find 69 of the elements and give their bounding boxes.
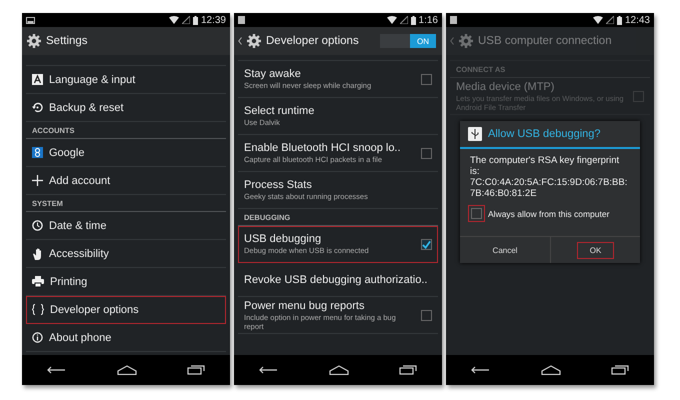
status-time: 12:39 (200, 14, 226, 26)
gear-icon (246, 33, 262, 49)
screen-title: Developer options (266, 35, 360, 47)
signal-icon (182, 16, 190, 24)
item-title: USB debugging (244, 233, 322, 245)
screen-title: Settings (46, 35, 89, 47)
back-icon[interactable] (47, 365, 67, 375)
checkbox[interactable] (421, 238, 432, 250)
info-icon (32, 332, 43, 343)
dialog-button[interactable]: OK (550, 237, 640, 263)
plus-icon (32, 175, 43, 186)
google-icon (32, 147, 43, 158)
braces-icon (32, 304, 44, 315)
picture-icon (26, 16, 35, 24)
usb-icon (468, 127, 482, 141)
item-title: Power menu bug reports (244, 300, 366, 312)
battery-icon (410, 16, 416, 24)
checkbox[interactable] (471, 208, 482, 219)
home-icon[interactable] (329, 365, 349, 375)
dialog-button[interactable]: Cancel (460, 237, 550, 263)
wifi-icon (592, 16, 603, 24)
square-icon (238, 16, 245, 24)
status-time: 12:43 (624, 14, 650, 26)
gear-icon (458, 33, 474, 49)
settings-item[interactable]: Backup & reset (26, 94, 226, 122)
item-title: Media device (MTP) (456, 80, 556, 92)
checkbox[interactable] (421, 310, 432, 320)
screen-title: USB computer connection (478, 35, 613, 47)
checkbox-label: Always allow from this computer (488, 208, 610, 218)
item-title: Stay awake (244, 68, 302, 80)
checkbox[interactable] (421, 148, 432, 158)
dialog-title: Allow USB debugging? (488, 128, 601, 140)
settings-item[interactable]: Add account (26, 167, 226, 195)
hand-icon (32, 248, 43, 260)
recents-icon[interactable] (187, 365, 205, 375)
checkbox[interactable] (421, 74, 432, 84)
settings-item[interactable]: Printing (26, 268, 226, 296)
item-title: Select runtime (244, 105, 316, 117)
settings-item[interactable]: Language & input (26, 66, 226, 94)
battery-icon (616, 16, 622, 24)
recents-icon[interactable] (399, 365, 417, 375)
back-chevron-icon[interactable] (238, 37, 242, 45)
settings-item[interactable]: Revoke USB debugging authorizatio.. (238, 263, 438, 297)
back-icon[interactable] (259, 365, 279, 375)
item-title: Enable Bluetooth HCI snoop lo.. (244, 142, 402, 154)
settings-item[interactable]: About phone (26, 324, 226, 352)
settings-item[interactable]: Developer options (26, 296, 226, 324)
printer-icon (32, 276, 44, 287)
dialog-message: The computer's RSA key fingerprint is: 7C:C0:4A:20:5A:FC:15:9D:06:7B:BB:7B:46:B0:81:2E (469, 154, 628, 201)
item-title: Revoke USB debugging authorizatio.. (244, 274, 428, 286)
settings-item[interactable]: Accessibility (26, 240, 226, 268)
signal-icon (606, 16, 614, 24)
gear-icon (26, 33, 42, 49)
home-icon[interactable] (541, 365, 561, 375)
restore-icon (32, 102, 43, 113)
battery-icon (192, 16, 198, 24)
wifi-icon (386, 16, 397, 24)
back-icon[interactable] (471, 365, 491, 375)
letter-a-icon (32, 74, 43, 85)
item-title: Process Stats (244, 179, 313, 191)
square-icon (450, 16, 457, 24)
settings-item[interactable]: Date & time (26, 212, 226, 240)
signal-icon (400, 16, 408, 24)
clock-icon (32, 220, 43, 231)
status-time: 1:16 (418, 14, 438, 26)
settings-item[interactable]: Google (26, 139, 226, 167)
wifi-icon (168, 16, 179, 24)
home-icon[interactable] (117, 365, 137, 375)
recents-icon[interactable] (611, 365, 629, 375)
